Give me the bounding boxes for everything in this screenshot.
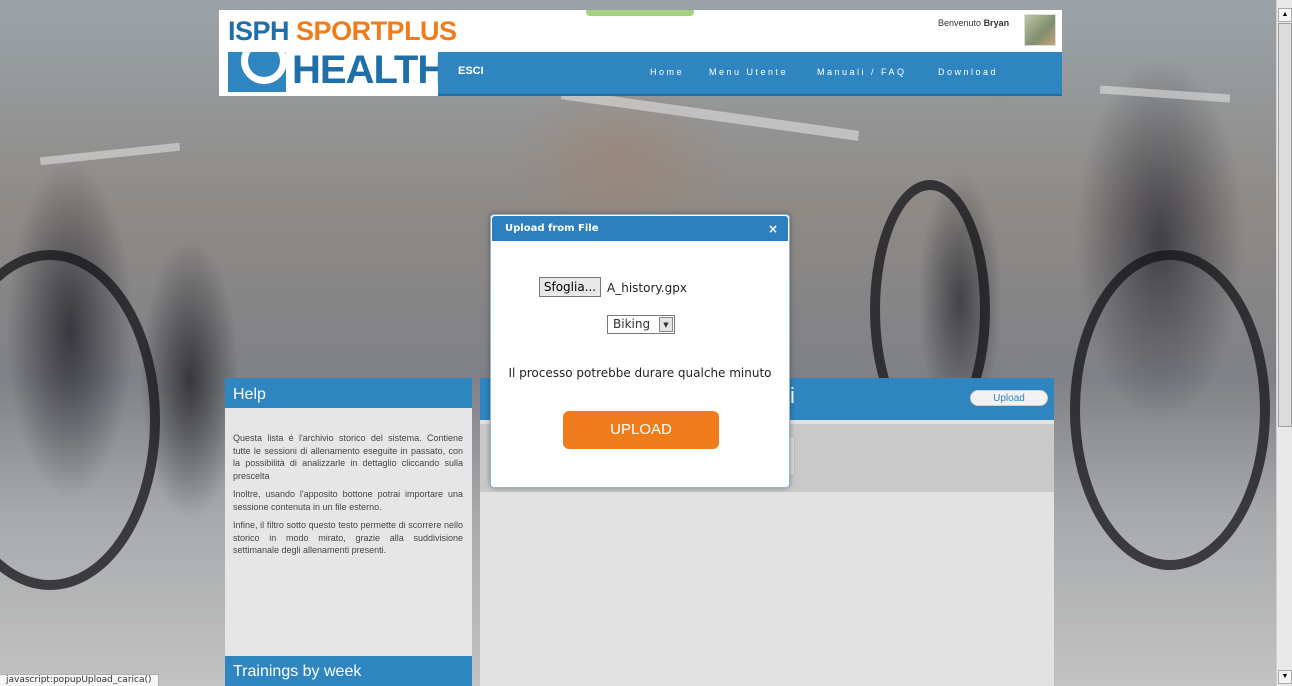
avatar[interactable] xyxy=(1024,14,1056,46)
help-paragraph-2: Inoltre, usando l'apposito bottone potra… xyxy=(233,489,463,512)
content-title: i xyxy=(790,383,795,408)
upload-button[interactable]: Upload xyxy=(970,390,1048,406)
bike-wheel xyxy=(0,250,160,590)
scrollbar-thumb[interactable] xyxy=(1278,23,1292,427)
nav-manuali-faq[interactable]: Manuali / FAQ xyxy=(817,67,907,77)
chevron-up-icon[interactable]: ▲ xyxy=(1278,8,1292,22)
welcome-text: Benvenuto Bryan xyxy=(938,18,1009,28)
dialog-title-bar: Upload from File × xyxy=(492,216,788,241)
trainings-by-week-title[interactable]: Trainings by week xyxy=(225,656,472,686)
logo-wordmark-top[interactable]: ISPH SPORTPLUS xyxy=(228,16,457,46)
welcome-prefix: Benvenuto xyxy=(938,18,982,28)
browse-button[interactable]: Sfoglia... xyxy=(539,277,601,297)
chevron-down-icon[interactable]: ▼ xyxy=(659,317,673,332)
vertical-scrollbar[interactable]: ▲ ▼ xyxy=(1276,0,1292,686)
handlebar xyxy=(560,89,860,141)
help-title: Help xyxy=(225,378,472,408)
logo-sportplus: SPORTPLUS xyxy=(296,16,457,46)
logo-isph: ISPH xyxy=(228,16,290,46)
help-text: Questa lista é l'archivio storico del si… xyxy=(233,432,463,563)
green-tab xyxy=(586,10,694,16)
nav-home[interactable]: Home xyxy=(650,67,684,77)
process-note: Il processo potrebbe durare qualche minu… xyxy=(508,366,772,380)
help-paragraph-3: Infine, il filtro sotto questo testo per… xyxy=(233,520,463,555)
dialog-title: Upload from File xyxy=(505,223,599,234)
logo-health: HEALTH xyxy=(292,48,446,92)
sport-select-value: Biking xyxy=(613,317,651,331)
header-top-bar xyxy=(438,10,1062,52)
help-paragraph-1: Questa lista é l'archivio storico del si… xyxy=(233,433,463,481)
nav-download[interactable]: Download xyxy=(938,67,998,77)
chevron-down-icon[interactable]: ▼ xyxy=(1278,670,1292,684)
sport-select[interactable]: Biking ▼ xyxy=(607,315,675,334)
logout-link[interactable]: ESCI xyxy=(458,65,484,77)
selected-file-name: A_history.gpx xyxy=(607,281,687,295)
upload-submit-button[interactable]: UPLOAD xyxy=(563,411,719,449)
bike-wheel xyxy=(1070,250,1270,570)
handlebar xyxy=(39,142,181,166)
logo-mark-icon xyxy=(228,52,286,92)
handlebar xyxy=(1099,85,1231,103)
upload-dialog: Upload from File × Sfoglia... A_history.… xyxy=(490,214,790,488)
user-name: Bryan xyxy=(983,18,1010,28)
nav-menu-utente[interactable]: Menu Utente xyxy=(709,67,788,77)
browser-status-bar: javascript:popupUpload_carica() xyxy=(0,674,159,686)
close-icon[interactable]: × xyxy=(768,222,778,236)
